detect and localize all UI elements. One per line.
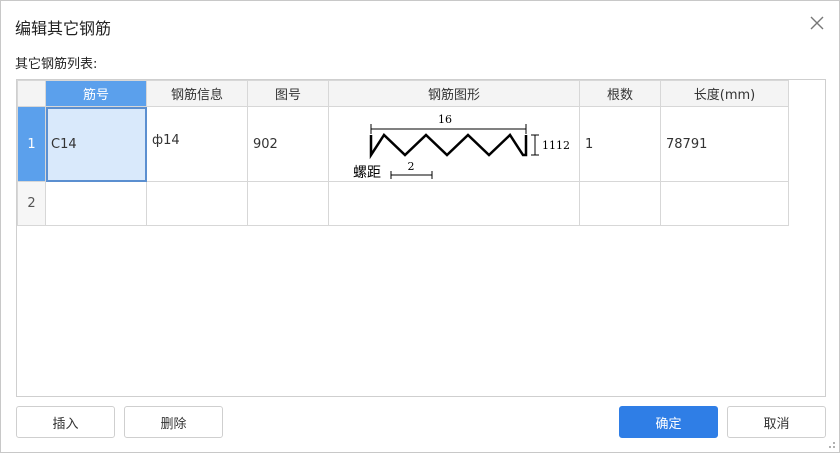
corner-cell bbox=[17, 80, 46, 107]
insert-button[interactable]: 插入 bbox=[16, 406, 115, 438]
close-icon bbox=[810, 16, 824, 30]
column-header-figure-no[interactable]: 图号 bbox=[247, 80, 329, 107]
spiral-zigzag bbox=[369, 133, 528, 160]
spiral-rebar-diagram: 16 1112 2 螺距 bbox=[353, 113, 570, 181]
column-header-bar-no[interactable]: 筋号 bbox=[45, 80, 147, 107]
rebar-table[interactable]: 筋号 钢筋信息 图号 钢筋图形 根数 长度(mm) 1 C14 ф14 902 bbox=[16, 79, 826, 397]
figure-no-cell[interactable]: 902 bbox=[247, 106, 329, 182]
pitch-value-label: 2 bbox=[408, 160, 415, 173]
column-header-count[interactable]: 根数 bbox=[579, 80, 661, 107]
count-cell[interactable] bbox=[579, 181, 661, 226]
close-button[interactable] bbox=[809, 15, 825, 31]
rebar-info-cell[interactable]: ф14 bbox=[146, 106, 248, 182]
bar-no-cell[interactable] bbox=[45, 181, 147, 226]
column-header-rebar-shape[interactable]: 钢筋图形 bbox=[328, 80, 580, 107]
pitch-label: 螺距 bbox=[353, 165, 381, 181]
length-cell[interactable]: 78791 bbox=[660, 106, 789, 182]
cancel-button[interactable]: 取消 bbox=[727, 406, 826, 438]
resize-grip-icon[interactable] bbox=[826, 439, 836, 449]
delete-button[interactable]: 删除 bbox=[124, 406, 223, 438]
rebar-list-label: 其它钢筋列表: bbox=[15, 57, 98, 72]
ok-button[interactable]: 确定 bbox=[619, 406, 718, 438]
dialog-title: 编辑其它钢筋 bbox=[15, 19, 112, 38]
column-header-rebar-info[interactable]: 钢筋信息 bbox=[146, 80, 248, 107]
bar-no-cell[interactable]: C14 bbox=[45, 106, 147, 182]
height-label: 1112 bbox=[542, 139, 570, 152]
rebar-shape-cell[interactable] bbox=[328, 181, 580, 226]
table-row[interactable]: 2 bbox=[17, 181, 789, 226]
figure-no-cell[interactable] bbox=[247, 181, 329, 226]
row-number[interactable]: 1 bbox=[17, 106, 46, 182]
table-row[interactable]: 1 C14 ф14 902 16 1112 2 螺距 1 78791 bbox=[17, 106, 789, 182]
row-number[interactable]: 2 bbox=[17, 181, 46, 226]
rebar-info-cell[interactable] bbox=[146, 181, 248, 226]
top-length-label: 16 bbox=[438, 113, 452, 126]
rebar-shape-cell[interactable]: 16 1112 2 螺距 bbox=[328, 106, 580, 182]
count-cell[interactable]: 1 bbox=[579, 106, 661, 182]
length-cell[interactable] bbox=[660, 181, 789, 226]
column-header-length[interactable]: 长度(mm) bbox=[660, 80, 789, 107]
edit-other-rebar-dialog: 编辑其它钢筋 其它钢筋列表: 筋号 钢筋信息 图号 钢筋图形 根数 长度(mm)… bbox=[0, 0, 840, 453]
